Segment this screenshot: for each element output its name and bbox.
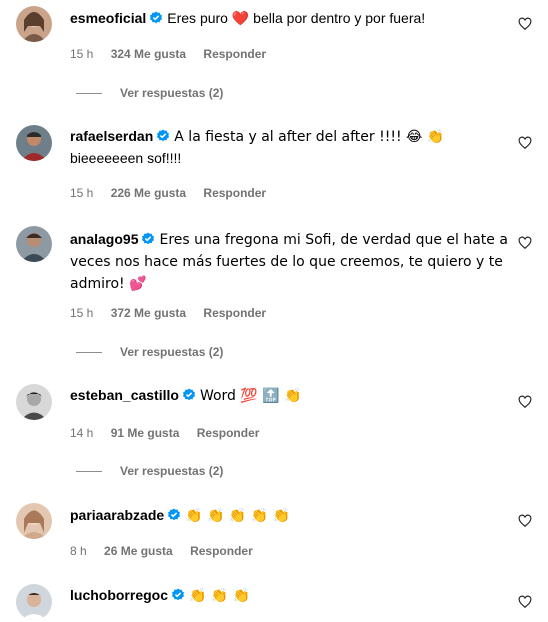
timestamp[interactable]: 8 h bbox=[70, 544, 87, 558]
verified-badge-icon bbox=[149, 11, 163, 25]
username[interactable]: analago95 bbox=[70, 231, 138, 247]
likes-count[interactable]: 324 Me gusta bbox=[111, 47, 186, 61]
username[interactable]: luchoborregoc bbox=[70, 587, 168, 603]
timestamp[interactable]: 14 h bbox=[70, 426, 93, 440]
view-replies-link[interactable]: Ver respuestas (2) bbox=[76, 344, 223, 360]
like-heart-icon[interactable] bbox=[518, 595, 532, 609]
likes-count[interactable]: 26 Me gusta bbox=[104, 544, 173, 558]
replies-divider bbox=[76, 351, 102, 353]
verified-badge-icon bbox=[141, 232, 155, 246]
comment-meta: 15 h 226 Me gusta Responder bbox=[70, 185, 280, 201]
red-heart-emoji: ❤️ bbox=[231, 11, 250, 27]
comment-text: pariaarabzade 👏 👏 👏 👏 👏 bbox=[70, 505, 508, 527]
replies-divider bbox=[76, 92, 102, 94]
comment-body: 👏 👏 👏 bbox=[189, 588, 251, 604]
comment-text: analago95 Eres una fregona mi Sofi, de ve… bbox=[70, 229, 508, 295]
view-replies-link[interactable]: Ver respuestas (2) bbox=[76, 85, 223, 101]
timestamp[interactable]: 15 h bbox=[70, 47, 93, 61]
comment-body-line1: A la fiesta y al after del after !!!! 😂 … bbox=[174, 129, 445, 145]
comment-meta: 8 h 26 Me gusta Responder bbox=[70, 543, 267, 559]
avatar[interactable] bbox=[16, 384, 52, 420]
comments-list: esmeoficial Eres puro ❤️ bella por dentro… bbox=[0, 0, 548, 622]
comment-body-line2: bieeeeeeen sof!!!! bbox=[70, 150, 182, 166]
view-replies-label: Ver respuestas (2) bbox=[120, 345, 224, 359]
comment-body-start: Eres puro bbox=[167, 10, 232, 26]
username[interactable]: esmeoficial bbox=[70, 10, 146, 26]
comment-meta: 15 h 372 Me gusta Responder bbox=[70, 305, 280, 321]
like-heart-icon[interactable] bbox=[518, 17, 532, 31]
avatar[interactable] bbox=[16, 503, 52, 539]
comment-text: esteban_castillo Word 💯 🔝 👏 bbox=[70, 385, 508, 407]
reply-button[interactable]: Responder bbox=[203, 47, 266, 61]
reply-button[interactable]: Responder bbox=[203, 306, 266, 320]
comment-text: rafaelserdan A la fiesta y al after del a… bbox=[70, 126, 508, 169]
verified-badge-icon bbox=[156, 129, 170, 143]
avatar[interactable] bbox=[16, 584, 52, 620]
verified-badge-icon bbox=[182, 388, 196, 402]
comment-text: luchoborregoc 👏 👏 👏 bbox=[70, 585, 508, 607]
likes-count[interactable]: 372 Me gusta bbox=[111, 306, 186, 320]
comment-text: esmeoficial Eres puro ❤️ bella por dentro… bbox=[70, 8, 508, 30]
view-replies-link[interactable]: Ver respuestas (2) bbox=[76, 463, 223, 479]
comment-meta: 15 h 324 Me gusta Responder bbox=[70, 46, 280, 62]
like-heart-icon[interactable] bbox=[518, 395, 532, 409]
like-heart-icon[interactable] bbox=[518, 136, 532, 150]
replies-divider bbox=[76, 470, 102, 472]
verified-badge-icon bbox=[171, 588, 185, 602]
verified-badge-icon bbox=[167, 508, 181, 522]
avatar[interactable] bbox=[16, 6, 52, 42]
avatar[interactable] bbox=[16, 125, 52, 161]
reply-button[interactable]: Responder bbox=[203, 186, 266, 200]
like-heart-icon[interactable] bbox=[518, 236, 532, 250]
view-replies-label: Ver respuestas (2) bbox=[120, 86, 224, 100]
timestamp[interactable]: 15 h bbox=[70, 306, 93, 320]
reply-button[interactable]: Responder bbox=[197, 426, 260, 440]
comment-body-end: bella por dentro y por fuera! bbox=[249, 10, 426, 26]
username[interactable]: pariaarabzade bbox=[70, 507, 164, 523]
reply-button[interactable]: Responder bbox=[190, 544, 253, 558]
likes-count[interactable]: 226 Me gusta bbox=[111, 186, 186, 200]
view-replies-label: Ver respuestas (2) bbox=[120, 464, 224, 478]
avatar[interactable] bbox=[16, 226, 52, 262]
comment-body: 👏 👏 👏 👏 👏 bbox=[185, 508, 291, 524]
comment-meta: 14 h 91 Me gusta Responder bbox=[70, 425, 273, 441]
username[interactable]: rafaelserdan bbox=[70, 128, 153, 144]
likes-count[interactable]: 91 Me gusta bbox=[111, 426, 180, 440]
like-heart-icon[interactable] bbox=[518, 514, 532, 528]
comment-body: Word 💯 🔝 👏 bbox=[199, 388, 302, 404]
username[interactable]: esteban_castillo bbox=[70, 387, 179, 403]
timestamp[interactable]: 15 h bbox=[70, 186, 93, 200]
